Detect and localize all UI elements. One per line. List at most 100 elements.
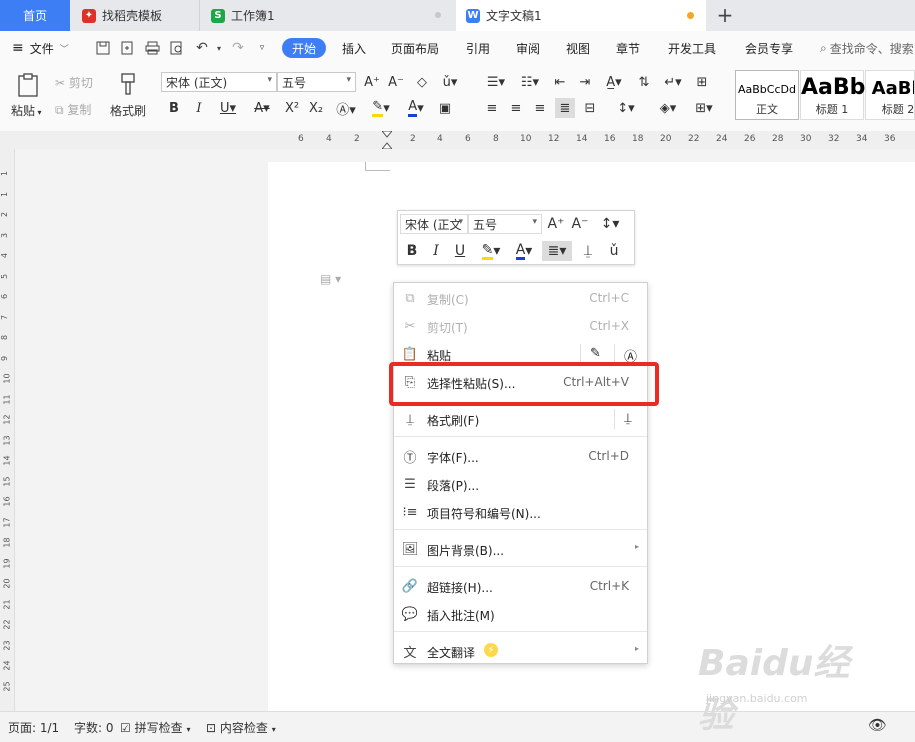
highlight-color-icon[interactable]: ✎ ▾ xyxy=(366,98,396,118)
copy-button[interactable]: ⧉ 复制 xyxy=(55,101,91,118)
horizontal-ruler[interactable]: 6 4 2 2 4 6 8 10 12 14 16 18 20 22 24 26 28 30 32 34 36 xyxy=(0,130,915,150)
word-count[interactable]: 字数: 0 xyxy=(74,719,114,736)
borders-icon[interactable]: ⊞▾ xyxy=(690,98,718,118)
align-justify-icon[interactable]: ≣▾ xyxy=(542,241,572,261)
font-color-icon[interactable]: A ▾ xyxy=(510,241,538,261)
underline-icon[interactable]: U xyxy=(450,241,470,261)
mini-font-size-select[interactable]: 五号 ▾ xyxy=(468,214,542,234)
menu-tab-member[interactable]: 会员专享 xyxy=(745,31,793,65)
unsaved-dot[interactable] xyxy=(687,12,694,19)
paste-button[interactable]: 粘贴 ▾ xyxy=(11,102,42,119)
command-search[interactable]: ⌕ 查找命令、搜索 xyxy=(820,31,914,65)
menu-tab-home[interactable]: 开始 xyxy=(282,38,327,58)
style-heading-1[interactable]: AaBb 标题 1 xyxy=(800,70,865,120)
menu-tab-page-layout[interactable]: 页面布局 xyxy=(391,31,439,65)
italic-icon[interactable]: I xyxy=(189,98,209,118)
file-menu[interactable]: ≡ 文件 ﹀ xyxy=(12,31,69,65)
numbered-list-icon[interactable]: ☷▾ xyxy=(516,72,544,92)
shrink-font-icon[interactable]: A⁻ xyxy=(570,214,590,234)
clear-format-icon[interactable]: ◇ xyxy=(412,72,432,92)
font-size-select[interactable]: 五号 ▾ xyxy=(277,72,356,92)
menu-tab-view[interactable]: 视图 xyxy=(566,31,590,65)
bold-icon[interactable]: B xyxy=(402,241,422,261)
redo-icon[interactable]: ↷ xyxy=(228,38,248,58)
paste-icon[interactable] xyxy=(14,71,42,99)
print-preview-icon[interactable] xyxy=(167,38,187,58)
content-check-button[interactable]: ⊡ 内容检查 ▾ xyxy=(206,719,276,736)
menu-item-insert-comment[interactable]: 💬 插入批注(M) xyxy=(394,600,647,628)
paste-keep-format-icon[interactable]: ✎ xyxy=(590,346,601,361)
format-painter-icon[interactable]: ⍊ xyxy=(578,241,598,261)
menu-tab-developer[interactable]: 开发工具 xyxy=(668,31,716,65)
underline-icon[interactable]: U▾ xyxy=(214,98,242,118)
bullet-list-icon[interactable]: ☰▾ xyxy=(482,72,510,92)
menu-item-bullets-numbering[interactable]: ⁝≡ 项目符号和编号(N)... xyxy=(394,498,647,526)
align-right-icon[interactable]: ≡ xyxy=(530,98,550,118)
eye-protection-icon[interactable]: 👁 xyxy=(868,716,887,734)
export-pdf-icon[interactable] xyxy=(117,38,137,58)
style-heading-2[interactable]: AaBb 标题 2 xyxy=(865,70,915,120)
highlight-color-icon[interactable]: ✎ ▾ xyxy=(476,241,506,261)
italic-icon[interactable]: I xyxy=(426,241,446,261)
text-effect-icon[interactable]: Ⓐ▾ xyxy=(332,98,360,118)
cut-button[interactable]: ✂ 剪切 xyxy=(55,74,93,91)
phonetic-guide-icon[interactable]: ǔ▾ xyxy=(437,72,463,92)
customize-toolbar-icon[interactable]: ▿ xyxy=(252,38,272,58)
align-center-icon[interactable]: ≡ xyxy=(506,98,526,118)
paragraph-handle-icon[interactable]: ▤ ▾ xyxy=(320,272,350,288)
superscript-icon[interactable]: X² xyxy=(282,98,302,118)
menu-item-copy[interactable]: ⧉ 复制(C) Ctrl+C xyxy=(394,284,647,312)
tab-workbook[interactable]: S 工作簿1 xyxy=(201,0,453,31)
align-justify-icon[interactable]: ≣ xyxy=(555,98,575,118)
tab-document[interactable]: W 文字文稿1 xyxy=(456,0,706,31)
bold-icon[interactable]: B xyxy=(164,98,184,118)
shrink-font-icon[interactable]: A⁻ xyxy=(386,72,406,92)
style-normal[interactable]: AaBbCcDd 正文 xyxy=(735,70,799,120)
format-painter-icon[interactable] xyxy=(116,71,140,97)
format-painter-button[interactable]: 格式刷 xyxy=(110,102,146,119)
menu-item-cut[interactable]: ✂ 剪切(T) Ctrl+X xyxy=(394,312,647,340)
font-name-select[interactable]: 宋体 (正文) ▾ xyxy=(161,72,277,92)
menu-item-format-painter[interactable]: ⍊ 格式刷(F) ⍊ xyxy=(394,405,647,433)
print-icon[interactable] xyxy=(142,38,162,58)
menu-item-font[interactable]: Ⓣ 字体(F)... Ctrl+D xyxy=(394,442,647,470)
undo-dropdown-icon[interactable]: ▾ xyxy=(209,38,229,58)
shading-icon[interactable]: ◈▾ xyxy=(654,98,682,118)
menu-tab-insert[interactable]: 插入 xyxy=(342,31,366,65)
tab-home[interactable]: 首页 xyxy=(0,0,70,31)
menu-item-picture-background[interactable]: 🖼 图片背景(B)... ▸ xyxy=(394,535,647,563)
phonetic-guide-icon[interactable]: ǔ xyxy=(602,241,626,261)
grow-font-icon[interactable]: A⁺ xyxy=(362,72,382,92)
increase-indent-icon[interactable]: ⇥ xyxy=(575,72,595,92)
subscript-icon[interactable]: X₂ xyxy=(306,98,326,118)
vertical-ruler[interactable]: 1 1 2 3 4 5 6 7 8 9 10 11 12 13 14 15 16 17 18 19 20 21 22 23 24… xyxy=(0,149,15,711)
indent-marker-icon[interactable] xyxy=(380,130,394,150)
line-spacing-icon[interactable]: ↕▾ xyxy=(612,98,640,118)
menu-item-paragraph[interactable]: ☰ 段落(P)... xyxy=(394,470,647,498)
menu-tab-review[interactable]: 审阅 xyxy=(516,31,540,65)
font-color-icon[interactable]: A ▾ xyxy=(401,98,431,118)
grow-font-icon[interactable]: A⁺ xyxy=(546,214,566,234)
new-tab-plus-icon[interactable]: + xyxy=(712,2,738,28)
table-tools-icon[interactable]: ⊞ xyxy=(692,72,712,92)
character-border-icon[interactable]: ▣ xyxy=(435,98,455,118)
distributed-align-icon[interactable]: ⊟ xyxy=(580,98,600,118)
mini-font-name-select[interactable]: 宋体 (正文 ▾ xyxy=(400,214,468,234)
menu-item-hyperlink[interactable]: 🔗 超链接(H)... Ctrl+K xyxy=(394,572,647,600)
strikethrough-icon[interactable]: A▾ xyxy=(248,98,276,118)
menu-tab-references[interactable]: 引用 xyxy=(466,31,490,65)
save-icon[interactable] xyxy=(93,38,113,58)
spell-check-button[interactable]: ☑ 拼写检查 ▾ xyxy=(120,719,190,736)
line-spacing-icon[interactable]: ↕▾ xyxy=(595,214,625,234)
menu-tab-chapter[interactable]: 章节 xyxy=(616,31,640,65)
chinese-layout-icon[interactable]: A̲▾ xyxy=(600,72,628,92)
menu-item-translate[interactable]: 文 全文翻译 ⚡ ▸ xyxy=(394,637,647,665)
format-painter-lock-icon[interactable]: ⍊ xyxy=(624,411,632,426)
align-left-icon[interactable]: ≡ xyxy=(482,98,502,118)
sort-icon[interactable]: ⇅ xyxy=(634,72,654,92)
page-count[interactable]: 页面: 1/1 xyxy=(8,719,59,736)
tab-close-dot[interactable] xyxy=(435,12,441,18)
decrease-indent-icon[interactable]: ⇤ xyxy=(550,72,570,92)
show-marks-icon[interactable]: ↵▾ xyxy=(659,72,687,92)
tab-docer-templates[interactable]: ✦ 找稻壳模板 xyxy=(72,0,200,31)
